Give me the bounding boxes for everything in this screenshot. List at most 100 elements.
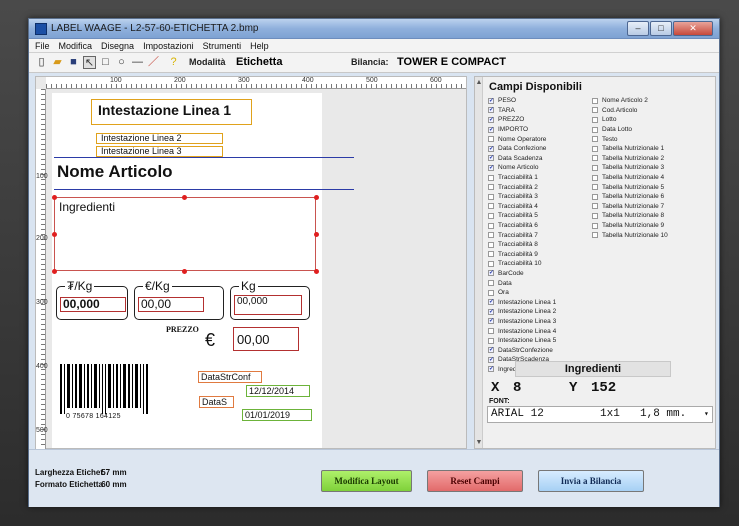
- field-checkbox-item[interactable]: Tabella Nutrizionale 8: [592, 211, 668, 221]
- field-checkbox-item[interactable]: Tabella Nutrizionale 3: [592, 163, 668, 173]
- resize-handle[interactable]: [182, 269, 187, 274]
- data-str-conf-field[interactable]: DataStrConf: [198, 371, 262, 383]
- checkbox-checked-icon[interactable]: ✓: [488, 356, 494, 363]
- field-checkbox-item[interactable]: ✓ PREZZO: [488, 115, 556, 125]
- checkbox-checked-icon[interactable]: ✓: [488, 366, 494, 373]
- checkbox-unchecked-icon[interactable]: [488, 222, 494, 229]
- checkbox-unchecked-icon[interactable]: [592, 145, 598, 152]
- header-line-3-field[interactable]: Intestazione Linea 3: [96, 146, 223, 157]
- checkbox-checked-icon[interactable]: ✓: [488, 116, 494, 123]
- font-selector[interactable]: ARIAL 12 1x1 1,8 mm. ▾: [487, 406, 713, 423]
- checkbox-checked-icon[interactable]: ✓: [488, 107, 494, 114]
- checkbox-unchecked-icon[interactable]: [488, 289, 494, 296]
- checkbox-unchecked-icon[interactable]: [592, 126, 598, 133]
- label-sheet[interactable]: Intestazione Linea 1 Intestazione Linea …: [52, 93, 354, 448]
- resize-handle[interactable]: [182, 195, 187, 200]
- price-per-kg-box[interactable]: ₮/Kg 00,000: [56, 279, 128, 320]
- label-design-area[interactable]: 100 200 300 400 500 600 100 200 300 400 …: [35, 76, 467, 449]
- data-s-field[interactable]: DataS: [199, 396, 234, 408]
- menu-impostazioni[interactable]: Impostazioni: [143, 41, 194, 51]
- field-checkbox-item[interactable]: ✓ DataStrConfezione: [488, 345, 556, 355]
- field-checkbox-item[interactable]: Tabella Nutrizionale 1: [592, 144, 668, 154]
- field-checkbox-item[interactable]: ✓ Intestazione Linea 2: [488, 307, 556, 317]
- checkbox-checked-icon[interactable]: ✓: [488, 126, 494, 133]
- checkbox-checked-icon[interactable]: ✓: [488, 164, 494, 171]
- field-checkbox-item[interactable]: Tracciabilità 6: [488, 221, 556, 231]
- checkbox-checked-icon[interactable]: ✓: [488, 97, 494, 104]
- resize-handle[interactable]: [314, 269, 319, 274]
- checkbox-unchecked-icon[interactable]: [488, 203, 494, 210]
- open-folder-icon[interactable]: ▰: [51, 56, 64, 69]
- checkbox-unchecked-icon[interactable]: [592, 222, 598, 229]
- checkbox-checked-icon[interactable]: ✓: [488, 270, 494, 277]
- checkbox-checked-icon[interactable]: ✓: [488, 347, 494, 354]
- field-checkbox-item[interactable]: Tracciabilità 5: [488, 211, 556, 221]
- minimize-button[interactable]: –: [627, 21, 649, 36]
- checkbox-unchecked-icon[interactable]: [592, 193, 598, 200]
- field-checkbox-item[interactable]: Nome Operatore: [488, 134, 556, 144]
- field-checkbox-item[interactable]: Tracciabilità 2: [488, 182, 556, 192]
- field-checkbox-item[interactable]: Tabella Nutrizionale 9: [592, 221, 668, 231]
- expiry-date-field[interactable]: 01/01/2019: [242, 409, 312, 421]
- pointer-tool-icon[interactable]: ↖: [83, 56, 96, 69]
- checkbox-unchecked-icon[interactable]: [488, 232, 494, 239]
- line-tool-icon[interactable]: —: [131, 56, 144, 69]
- field-checkbox-item[interactable]: Tracciabilità 9: [488, 250, 556, 260]
- field-checkbox-item[interactable]: Tabella Nutrizionale 5: [592, 182, 668, 192]
- checkbox-unchecked-icon[interactable]: [488, 241, 494, 248]
- field-checkbox-item[interactable]: Nome Articolo 2: [592, 96, 668, 106]
- resize-handle[interactable]: [314, 232, 319, 237]
- field-checkbox-item[interactable]: ✓ TARA: [488, 106, 556, 116]
- field-checkbox-item[interactable]: ✓ Data Confezione: [488, 144, 556, 154]
- scroll-down-icon[interactable]: ▼: [475, 439, 483, 446]
- checkbox-unchecked-icon[interactable]: [592, 212, 598, 219]
- checkbox-unchecked-icon[interactable]: [592, 97, 598, 104]
- field-checkbox-item[interactable]: Data Lotto: [592, 125, 668, 135]
- checkbox-unchecked-icon[interactable]: [488, 184, 494, 191]
- fields-scrollbar[interactable]: ▲ ▼: [475, 77, 483, 448]
- checkbox-unchecked-icon[interactable]: [488, 193, 494, 200]
- barcode-image[interactable]: [60, 364, 148, 414]
- checkbox-unchecked-icon[interactable]: [488, 212, 494, 219]
- field-checkbox-item[interactable]: Intestazione Linea 4: [488, 326, 556, 336]
- resize-handle[interactable]: [52, 269, 57, 274]
- field-checkbox-item[interactable]: Tracciabilità 7: [488, 230, 556, 240]
- field-checkbox-item[interactable]: ✓ BarCode: [488, 269, 556, 279]
- reset-fields-button[interactable]: Reset Campi: [427, 470, 523, 492]
- checkbox-unchecked-icon[interactable]: [592, 203, 598, 210]
- checkbox-unchecked-icon[interactable]: [488, 136, 494, 143]
- field-checkbox-item[interactable]: Tracciabilità 1: [488, 173, 556, 183]
- menu-file[interactable]: File: [35, 41, 50, 51]
- chevron-down-icon[interactable]: ▾: [704, 407, 709, 422]
- menu-disegna[interactable]: Disegna: [101, 41, 134, 51]
- field-checkbox-item[interactable]: Tracciabilità 3: [488, 192, 556, 202]
- resize-handle[interactable]: [52, 232, 57, 237]
- checkbox-unchecked-icon[interactable]: [488, 280, 494, 287]
- field-checkbox-item[interactable]: ✓ Intestazione Linea 1: [488, 297, 556, 307]
- field-checkbox-item[interactable]: Intestazione Linea 5: [488, 336, 556, 346]
- checkbox-unchecked-icon[interactable]: [488, 337, 494, 344]
- checkbox-checked-icon[interactable]: ✓: [488, 155, 494, 162]
- checkbox-unchecked-icon[interactable]: [592, 107, 598, 114]
- field-checkbox-item[interactable]: Tabella Nutrizionale 4: [592, 173, 668, 183]
- ingredients-field[interactable]: Ingredienti: [54, 197, 316, 271]
- checkbox-checked-icon[interactable]: ✓: [488, 299, 494, 306]
- close-button[interactable]: ✕: [673, 21, 713, 36]
- header-line-2-field[interactable]: Intestazione Linea 2: [96, 133, 223, 144]
- checkbox-unchecked-icon[interactable]: [488, 328, 494, 335]
- checkbox-unchecked-icon[interactable]: [592, 116, 598, 123]
- field-checkbox-item[interactable]: Cod.Articolo: [592, 106, 668, 116]
- checkbox-unchecked-icon[interactable]: [592, 184, 598, 191]
- checkbox-unchecked-icon[interactable]: [592, 232, 598, 239]
- checkbox-unchecked-icon[interactable]: [592, 164, 598, 171]
- weight-kg-box[interactable]: Kg 00,000: [230, 279, 310, 320]
- field-checkbox-item[interactable]: Tabella Nutrizionale 10: [592, 230, 668, 240]
- prezzo-value-field[interactable]: 00,00: [233, 327, 299, 351]
- scroll-up-icon[interactable]: ▲: [475, 79, 483, 86]
- checkbox-unchecked-icon[interactable]: [488, 174, 494, 181]
- modify-layout-button[interactable]: Modifica Layout: [321, 470, 412, 492]
- checkbox-unchecked-icon[interactable]: [592, 136, 598, 143]
- maximize-button[interactable]: □: [650, 21, 672, 36]
- checkbox-unchecked-icon[interactable]: [488, 251, 494, 258]
- checkbox-checked-icon[interactable]: ✓: [488, 318, 494, 325]
